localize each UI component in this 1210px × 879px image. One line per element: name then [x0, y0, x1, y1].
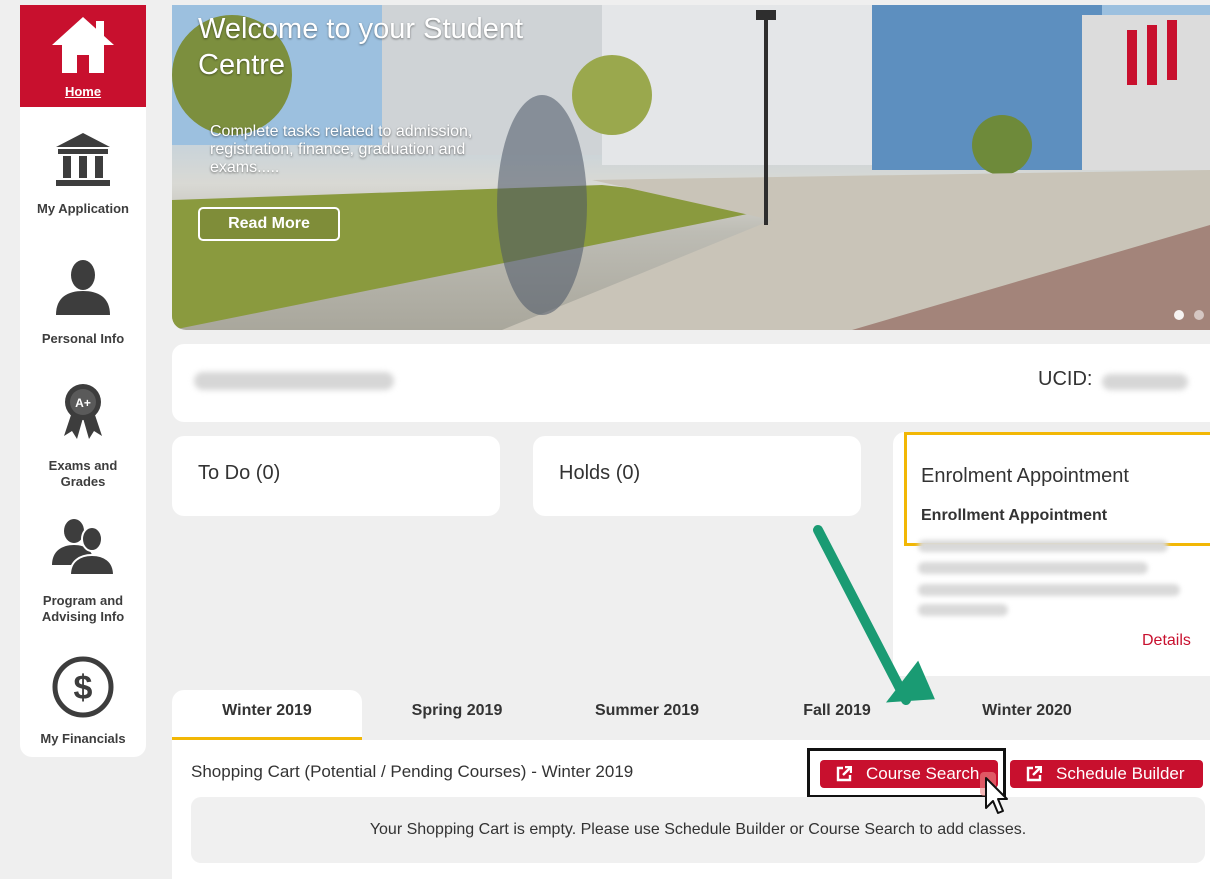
person-icon: [56, 260, 110, 315]
carousel-dot[interactable]: [1194, 310, 1204, 320]
sidebar-nav: Home My Application Personal Info A+ Exa…: [20, 5, 146, 757]
appointment-title: Enrolment Appointment: [921, 465, 1129, 487]
hero-subtitle: Complete tasks related to admission, reg…: [210, 123, 473, 176]
holds-card[interactable]: Holds (0): [533, 436, 861, 516]
sidebar-item-label: Exams and Grades: [48, 458, 118, 489]
sidebar-item-label: My Financials: [40, 731, 126, 746]
carousel-dots: [1164, 307, 1204, 325]
carousel-dot-active[interactable]: [1174, 310, 1184, 320]
home-icon: [52, 17, 114, 73]
todo-card[interactable]: To Do (0): [172, 436, 500, 516]
tab-fall-2019[interactable]: Fall 2019: [742, 690, 932, 740]
tab-winter-2020[interactable]: Winter 2020: [932, 690, 1122, 740]
student-info-bar: UCID:: [172, 344, 1210, 422]
course-search-label: Course Search: [866, 764, 980, 783]
sidebar-item-label: Personal Info: [41, 331, 125, 346]
ucid-value-redacted: [1102, 374, 1188, 390]
sidebar-item-my-application[interactable]: My Application: [20, 129, 146, 229]
term-tabs: Winter 2019 Spring 2019 Summer 2019 Fall…: [172, 690, 1210, 740]
appointment-text-redacted: [918, 540, 1168, 552]
course-search-button[interactable]: Course Search: [820, 760, 998, 788]
appointment-text-redacted: [918, 584, 1180, 596]
appointment-text-redacted: [918, 562, 1148, 574]
sidebar-item-my-financials[interactable]: $ My Financials: [20, 655, 146, 755]
read-more-button[interactable]: Read More: [198, 207, 340, 241]
sidebar-item-label: Home: [64, 84, 102, 99]
enrolment-appointment-highlight: Enrolment Appointment Enrollment Appoint…: [904, 432, 1210, 546]
appointment-subtitle: Enrollment Appointment: [921, 507, 1108, 524]
people-icon: [52, 519, 116, 576]
hero-banner: Welcome to your Student Centre Complete …: [172, 5, 1210, 330]
external-link-icon: [1026, 766, 1042, 782]
hero-title: Welcome to your Student Centre: [198, 13, 524, 81]
schedule-builder-label: Schedule Builder: [1056, 764, 1185, 783]
shopping-cart-title: Shopping Cart (Potential / Pending Cours…: [191, 762, 634, 781]
empty-cart-box: Your Shopping Cart is empty. Please use …: [191, 797, 1205, 863]
details-link[interactable]: Details: [1142, 632, 1191, 650]
tab-spring-2019[interactable]: Spring 2019: [362, 690, 552, 740]
todo-title: To Do (0): [198, 462, 281, 484]
sidebar-item-program-advising[interactable]: Program and Advising Info: [20, 515, 146, 635]
sidebar-item-label: My Application: [37, 201, 129, 216]
sidebar-item-label: Program and Advising Info: [41, 593, 125, 624]
institution-icon: [56, 133, 110, 186]
svg-text:A+: A+: [75, 396, 91, 410]
tab-winter-2019[interactable]: Winter 2019: [172, 690, 362, 740]
schedule-builder-button[interactable]: Schedule Builder: [1010, 760, 1203, 788]
empty-cart-message: Your Shopping Cart is empty. Please use …: [369, 821, 1027, 838]
appointment-text-redacted: [918, 604, 1008, 616]
student-name-redacted: [194, 372, 394, 390]
shopping-cart-section: Shopping Cart (Potential / Pending Cours…: [172, 740, 1210, 879]
holds-title: Holds (0): [559, 462, 641, 484]
mouse-pointer-icon: [980, 772, 1008, 814]
tab-summer-2019[interactable]: Summer 2019: [552, 690, 742, 740]
sidebar-item-personal-info[interactable]: Personal Info: [20, 255, 146, 355]
sidebar-item-home[interactable]: Home: [20, 5, 146, 107]
ucid-label: UCID:: [1038, 368, 1093, 390]
award-ribbon-icon: A+: [64, 384, 102, 439]
svg-text:$: $: [74, 669, 93, 707]
sidebar-item-exams-grades[interactable]: A+ Exams and Grades: [20, 382, 146, 492]
dollar-circle-icon: $: [52, 656, 114, 718]
external-link-icon: [836, 766, 852, 782]
